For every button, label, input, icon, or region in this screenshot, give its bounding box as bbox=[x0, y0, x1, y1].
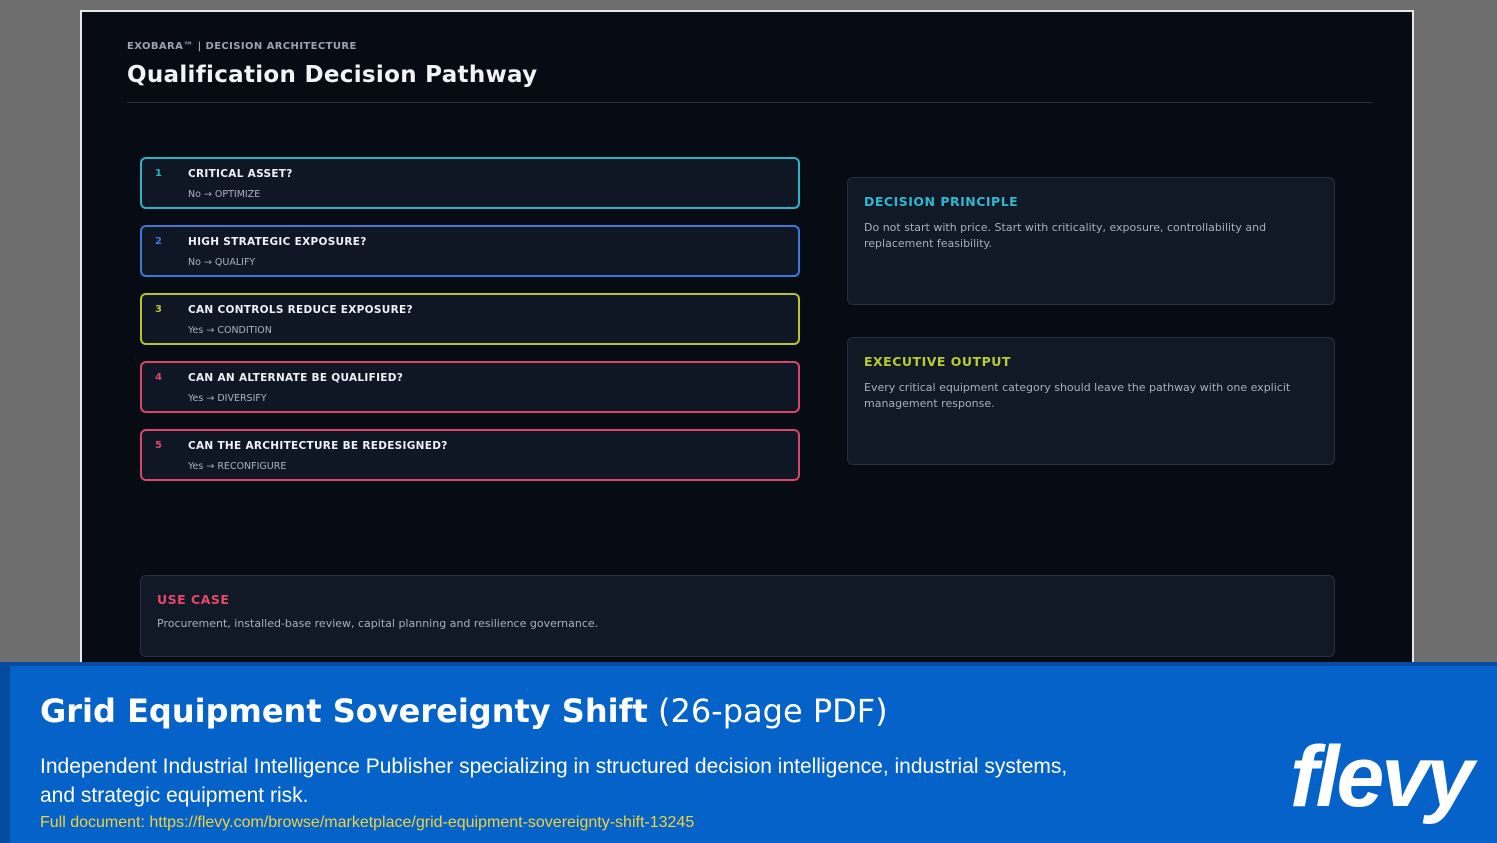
card-heading: DECISION PRINCIPLE bbox=[864, 194, 1019, 209]
card-body: Every critical equipment category should… bbox=[864, 381, 1291, 410]
step-number: 4 bbox=[155, 372, 162, 383]
step-answer: Yes → CONDITION bbox=[188, 325, 272, 336]
decision-principle-card: DECISION PRINCIPLE Do not start with pri… bbox=[847, 177, 1335, 305]
card-heading: USE CASE bbox=[157, 592, 230, 607]
flevy-logo: flevy bbox=[1290, 729, 1474, 825]
step-number: 5 bbox=[155, 440, 162, 451]
card-heading: EXECUTIVE OUTPUT bbox=[864, 354, 1011, 369]
document-slide: EXOBARA™ | DECISION ARCHITECTURE Qualifi… bbox=[80, 10, 1414, 670]
step-question: HIGH STRATEGIC EXPOSURE? bbox=[188, 236, 367, 248]
executive-output-card: EXECUTIVE OUTPUT Every critical equipmen… bbox=[847, 337, 1335, 465]
slide-title: Qualification Decision Pathway bbox=[127, 62, 538, 88]
step-number: 2 bbox=[155, 236, 162, 247]
pathway-step-1: 1 CRITICAL ASSET? No → OPTIMIZE bbox=[140, 157, 800, 209]
document-page-count: (26-page PDF) bbox=[657, 692, 888, 730]
pathway-step-3: 3 CAN CONTROLS REDUCE EXPOSURE? Yes → CO… bbox=[140, 293, 800, 345]
document-description: Independent Industrial Intelligence Publ… bbox=[40, 755, 1068, 807]
step-question: CAN AN ALTERNATE BE QUALIFIED? bbox=[188, 372, 404, 384]
document-title: Grid Equipment Sovereignty Shift (26-pag… bbox=[40, 692, 888, 730]
document-title-main: Grid Equipment Sovereignty Shift bbox=[40, 692, 648, 730]
card-body: Procurement, installed-base review, capi… bbox=[157, 617, 599, 630]
document-link[interactable]: Full document: https://flevy.com/browse/… bbox=[40, 814, 694, 832]
card-body: Do not start with price. Start with crit… bbox=[864, 221, 1267, 250]
step-number: 1 bbox=[155, 168, 162, 179]
use-case-card: USE CASE Procurement, installed-base rev… bbox=[140, 575, 1335, 657]
step-answer: No → OPTIMIZE bbox=[188, 189, 261, 200]
pathway-step-4: 4 CAN AN ALTERNATE BE QUALIFIED? Yes → D… bbox=[140, 361, 800, 413]
product-banner: Grid Equipment Sovereignty Shift (26-pag… bbox=[0, 662, 1497, 843]
pathway-step-5: 5 CAN THE ARCHITECTURE BE REDESIGNED? Ye… bbox=[140, 429, 800, 481]
step-number: 3 bbox=[155, 304, 162, 315]
step-question: CRITICAL ASSET? bbox=[188, 168, 293, 180]
step-question: CAN THE ARCHITECTURE BE REDESIGNED? bbox=[188, 440, 448, 452]
pathway-step-2: 2 HIGH STRATEGIC EXPOSURE? No → QUALIFY bbox=[140, 225, 800, 277]
step-answer: Yes → DIVERSIFY bbox=[188, 393, 267, 404]
title-divider bbox=[127, 102, 1373, 103]
step-answer: Yes → RECONFIGURE bbox=[188, 461, 287, 472]
step-question: CAN CONTROLS REDUCE EXPOSURE? bbox=[188, 304, 413, 316]
step-answer: No → QUALIFY bbox=[188, 257, 256, 268]
banner-edge bbox=[0, 666, 10, 843]
slide-kicker: EXOBARA™ | DECISION ARCHITECTURE bbox=[127, 41, 357, 52]
